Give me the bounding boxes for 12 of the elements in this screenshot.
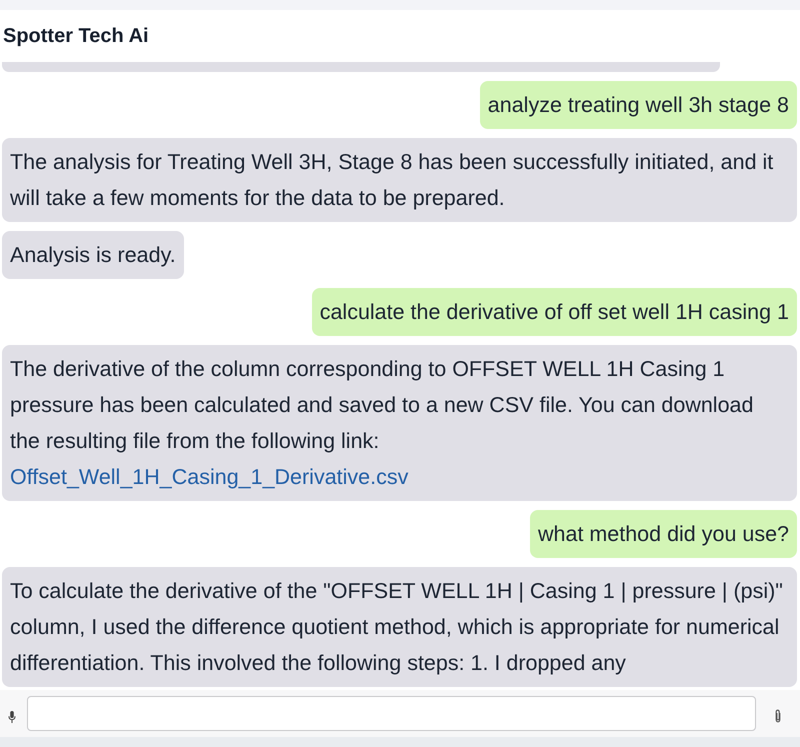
message-text: analyze treating well 3h stage 8 xyxy=(488,93,789,117)
message-text: calculate the derivative of off set well 1H casing 1 xyxy=(320,300,789,324)
message-text: To calculate the derivative of the "OFFSET WELL 1H | Casing 1 | pressure | (psi)" column, I used the difference quotient method, which is appropriate for numerical differentiation. This involved the following steps: 1. I dropped any xyxy=(10,579,783,675)
microphone-icon[interactable] xyxy=(8,710,16,722)
message-text: what method did you use? xyxy=(538,522,789,546)
message-text: The analysis for Treating Well 3H, Stage 8 has been successfully initiated, and it will take a few moments for the data to be prepared. xyxy=(10,150,774,210)
message-text: The derivative of the column corresponding to OFFSET WELL 1H Casing 1 pressure has been calculated and saved to a new CSV file. You can download the resulting file from the following link: xyxy=(10,357,754,453)
message-text: Analysis is ready. xyxy=(10,243,176,267)
chat-title: Spotter Tech Ai xyxy=(3,24,149,48)
file-download-link[interactable]: Offset_Well_1H_Casing_1_Derivative.csv xyxy=(10,459,408,495)
paperclip-icon[interactable] xyxy=(774,708,782,722)
message-input-field[interactable] xyxy=(27,696,756,731)
